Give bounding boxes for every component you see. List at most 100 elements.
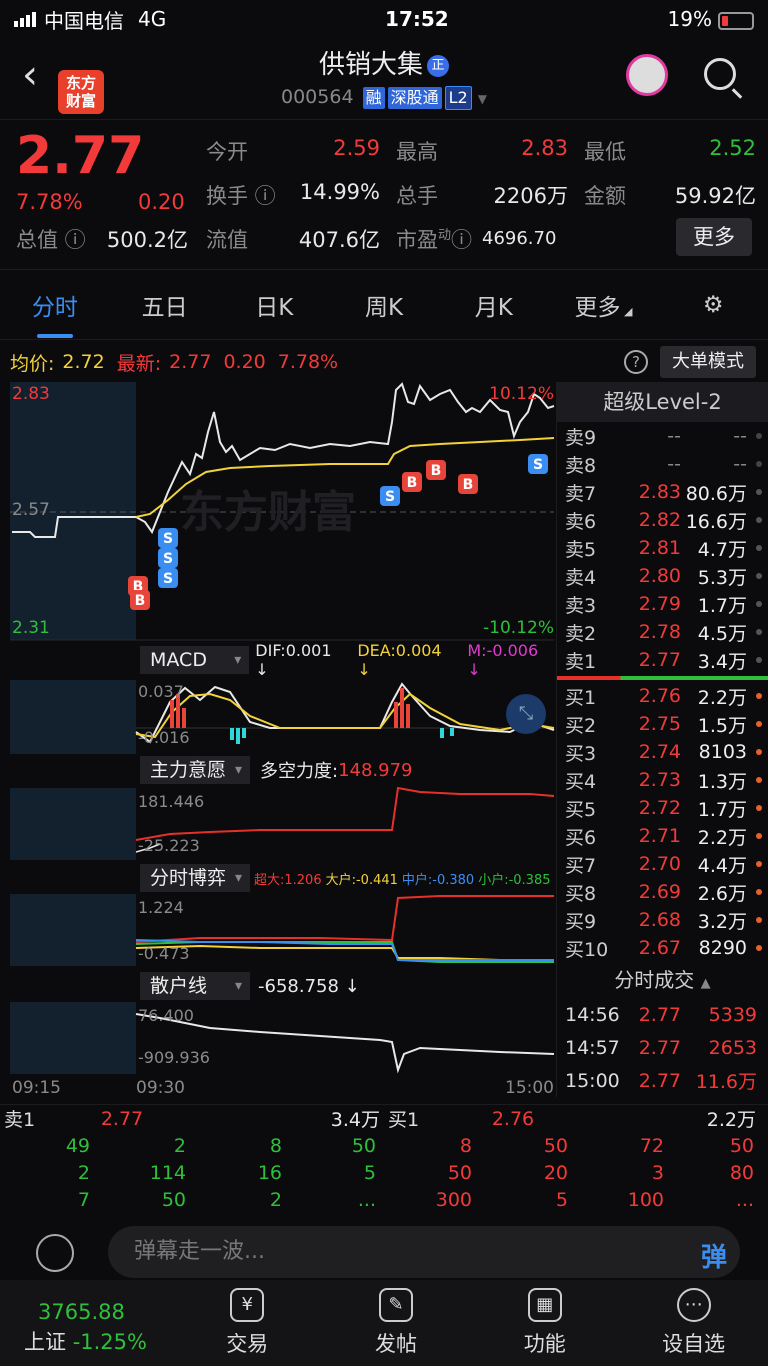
tab-weekly-k[interactable]: 周K (329, 288, 439, 322)
last-change: 0.20 (223, 351, 266, 373)
zlyy-label: 多空力度: (260, 761, 339, 782)
macd-top-label: 0.037 (138, 682, 184, 701)
tag-l2: L2 (444, 86, 472, 110)
bid-row: 买3 2.74 8103 (557, 738, 768, 766)
ask-row: 卖2 2.78 4.5万 (557, 618, 768, 646)
avg-value: 2.72 (62, 351, 105, 373)
edit-icon: ✎ (378, 1288, 413, 1322)
float-value: 407.6亿 (298, 228, 380, 252)
shx-selector[interactable]: 散户线 (140, 972, 250, 1000)
mcap-label: 总值 ⓘ (16, 228, 86, 252)
high-value: 2.83 (521, 136, 568, 160)
ask-row: 卖5 2.81 4.7万 (557, 534, 768, 562)
tag-sgt: 深股通 (387, 87, 442, 109)
queue-bid-label: 买1 (388, 1109, 420, 1131)
danmu-bar: 弹幕走一波... 弹 (0, 1226, 768, 1278)
index-ticker[interactable]: 3765.88 上证 -1.25% (0, 1280, 173, 1366)
ask-row: 卖1 2.77 3.4万 (557, 646, 768, 674)
queue-ask-vol: 3.4万 (330, 1109, 380, 1131)
help-icon[interactable]: ? (624, 350, 648, 374)
danmu-send-button[interactable]: 弹 (692, 1232, 736, 1273)
network: 4G (138, 7, 167, 31)
ask-row: 卖4 2.80 5.3万 (557, 562, 768, 590)
quote-panel: 2.77 7.78% 0.20 今开 2.59 最高 2.83 最低 2.52 … (0, 120, 768, 270)
time-label-open: 09:30 (136, 1078, 185, 1098)
shx-bar: 散户线 -658.758 ↓ (0, 970, 556, 1002)
ask-list: 卖9 -- -- 卖8 -- -- 卖7 2.83 80.6万 卖6 2.82 16.6万 卖5 2.81… (557, 422, 768, 674)
zlyy-top-label: 181.446 (138, 792, 205, 811)
tab-5day[interactable]: 五日 (110, 288, 220, 322)
open-label: 今开 (206, 140, 248, 164)
zlyy-selector[interactable]: 主力意愿 (140, 756, 250, 784)
queue-row: 49 2 8 50 8 50 72 50 (65, 1134, 754, 1157)
watermark: 东方财富 (180, 487, 356, 538)
svg-text:S: S (533, 457, 543, 473)
expand-icon[interactable]: ⤡ (506, 694, 546, 734)
pct-max-label: 10.12% (489, 384, 554, 404)
shx-top-label: 76.400 (138, 1006, 194, 1025)
tab-monthly-k[interactable]: 月K (439, 288, 549, 322)
macd-bottom-label: -0.016 (138, 728, 190, 747)
mcap-value: 500.2亿 (106, 228, 188, 252)
queue-bid-price: 2.76 (491, 1107, 535, 1130)
search-icon[interactable] (704, 58, 736, 90)
stock-code: 000564 (281, 86, 354, 108)
trade-row: 14:57 2.77 2653 (565, 1036, 757, 1059)
bid-row: 买2 2.75 1.5万 (557, 710, 768, 738)
bid-row: 买8 2.69 2.6万 (557, 878, 768, 906)
avg-label: 均价: (10, 352, 55, 375)
turnover-value: 14.99% (299, 180, 380, 204)
fsby-small: 小户:-0.385 (478, 872, 551, 888)
macd-bar: MACD DIF:0.001 ↓ DEA:0.004 ↓ M:-0.006 ↓ (0, 641, 556, 679)
queue-rows: 49 2 8 50 8 50 72 50 2 114 16 5 50 20 3 80 7 50 2... 300 5 10… (0, 1132, 768, 1213)
tab-post[interactable]: ✎ 发帖 (322, 1280, 471, 1366)
amount-label: 金额 (584, 184, 626, 208)
change-abs: 0.20 (138, 190, 185, 214)
tab-add-watchlist[interactable]: ⋯ 设自选 (619, 1280, 768, 1366)
status-bar: 中国电信 4G 17:52 19% (0, 0, 768, 38)
turnover-label: 换手 ⓘ (206, 184, 276, 208)
svg-text:S: S (163, 571, 173, 587)
tab-functions[interactable]: ▦ 功能 (470, 1280, 619, 1366)
tab-trade[interactable]: ¥ 交易 (173, 1280, 322, 1366)
fsby-mid: 中户:-0.380 (401, 872, 475, 888)
trade-list: 14:56 2.77 5339 14:57 2.77 2653 15:00 2.77 11.6万 (557, 998, 768, 1097)
trade-row: 14:56 2.77 5339 (565, 1003, 757, 1026)
level2-title: 超级Level-2 (557, 382, 768, 422)
bid-list: 买1 2.76 2.2万 买2 2.75 1.5万 买3 2.74 8103 买4 2.73 1.3万… (557, 682, 768, 962)
zlyy-value: 148.979 (338, 759, 413, 781)
bid-row: 买5 2.72 1.7万 (557, 794, 768, 822)
pe-label: 市盈动ⓘ (396, 228, 473, 252)
queue-bid-vol: 2.2万 (706, 1109, 756, 1131)
svg-text:S: S (163, 531, 173, 547)
fsby-selector[interactable]: 分时博弈 (140, 864, 250, 892)
robot-assistant-icon[interactable] (626, 54, 668, 96)
macd-selector[interactable]: MACD (140, 646, 250, 674)
queue-row: 7 50 2... 300 5 100... (77, 1188, 754, 1211)
float-label: 流值 (206, 228, 248, 252)
period-tabs: 分时 五日 日K 周K 月K 更多 ◢ ⚙ (0, 270, 768, 340)
last-label: 最新: (116, 352, 162, 375)
tab-intraday[interactable]: 分时 (0, 288, 110, 338)
tab-daily-k[interactable]: 日K (219, 288, 329, 322)
shx-bottom-label: -909.936 (138, 1048, 210, 1067)
settings-gear-icon[interactable]: ⚙ (658, 292, 768, 318)
bid-row: 买10 2.67 8290 (557, 934, 768, 962)
more-button[interactable]: 更多 (676, 218, 752, 256)
macd-dif: DIF:0.001 ↓ (255, 641, 332, 679)
danmu-input[interactable]: 弹幕走一波... 弹 (108, 1226, 740, 1278)
queue-row: 2 114 16 5 50 20 3 80 (77, 1161, 754, 1184)
big-order-mode-button[interactable]: 大单模式 (660, 346, 756, 378)
yuan-icon: ¥ (230, 1288, 265, 1322)
more-dots-icon: ⋯ (676, 1288, 711, 1322)
danmu-toggle-icon[interactable] (36, 1234, 74, 1272)
tab-more[interactable]: 更多 ◢ (549, 288, 659, 322)
ask-row: 卖7 2.83 80.6万 (557, 478, 768, 506)
amount-value: 59.92亿 (674, 184, 756, 208)
time-label-open-auction: 09:15 (12, 1078, 61, 1098)
svg-text:B: B (407, 475, 418, 491)
ask-row: 卖3 2.79 1.7万 (557, 590, 768, 618)
order-book: 超级Level-2 卖9 -- -- 卖8 -- -- 卖7 2.83 80.6万 卖6 2.82 1… (556, 382, 768, 1097)
bid-row: 买7 2.70 4.4万 (557, 850, 768, 878)
vol-label: 总手 (396, 184, 438, 208)
